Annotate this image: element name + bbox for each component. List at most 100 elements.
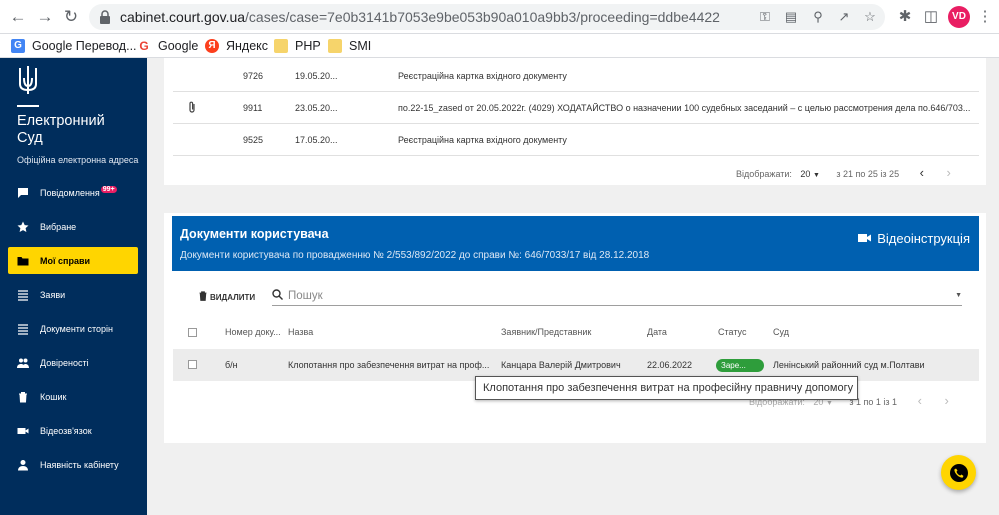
next-page-icon[interactable]: › [944, 393, 948, 408]
brand-line1: Електронний [17, 113, 105, 129]
bookmark-google[interactable]: G Google [137, 37, 198, 55]
bookmark-label: Google [158, 39, 199, 53]
section-subtitle: Документи користувача по провадженню № 2… [180, 250, 650, 261]
doc-number: 9525 [243, 135, 264, 145]
side-panel-icon[interactable]: ◫ [921, 7, 941, 27]
bookmarks-bar: G Google Перевод... G Google Я Яндекс PHP S… [0, 34, 999, 58]
brand-line2: Суд [17, 130, 43, 146]
sidebar-item-applications[interactable]: Заяви [8, 281, 138, 308]
prev-page-icon[interactable]: ‹ [920, 165, 924, 180]
status-badge: Заре... [716, 359, 764, 372]
video-icon [17, 425, 29, 437]
sidebar-item-cabinet-check[interactable]: Наявність кабінету [8, 451, 138, 478]
sidebar-item-label: Документи сторін [40, 323, 113, 334]
search-placeholder: Пошук [288, 289, 323, 302]
pager-range: з 21 по 25 із 25 [836, 169, 900, 179]
per-page-select[interactable]: 20 ▼ [800, 169, 819, 179]
sidebar-item-trash[interactable]: Кошик [8, 383, 138, 410]
bookmark-google-translate[interactable]: G Google Перевод... [11, 37, 137, 55]
bookmark-label: Google Перевод... [32, 39, 137, 53]
incoming-documents-card: 9726 19.05.20... Реєстраційна картка вхі… [164, 58, 986, 185]
video-instruction-link[interactable]: Відеоінструкція [858, 231, 970, 246]
phone-icon [949, 463, 968, 482]
sidebar-item-label: Наявність кабінету [40, 459, 119, 470]
profile-avatar[interactable]: VD [948, 6, 970, 28]
sidebar-item-my-cases[interactable]: Мої справи [8, 247, 138, 274]
videocam-icon [858, 231, 872, 246]
attachment-icon[interactable] [188, 101, 196, 115]
doc-court: Ленінський районний суд м.Полтави [773, 360, 925, 370]
google-icon: G [139, 39, 149, 53]
video-instruction-label: Відеоінструкція [877, 231, 970, 246]
column-header-date[interactable]: Дата [647, 327, 667, 337]
zoom-icon[interactable]: ⚲ [809, 8, 827, 26]
main-content: 9726 19.05.20... Реєстраційна картка вхі… [147, 58, 999, 515]
yandex-icon: Я [205, 39, 219, 53]
doc-applicant: Канцара Валерій Дмитрович [501, 360, 621, 370]
call-button[interactable] [941, 455, 976, 490]
bookmark-smi[interactable]: SMI [328, 37, 371, 55]
chevron-down-icon: ▼ [825, 400, 833, 407]
sidebar-item-label: Кошик [40, 391, 67, 402]
key-icon[interactable]: ⚿ [756, 8, 774, 26]
table-row[interactable]: 9911 23.05.20... по.22-15_zased от 20.05… [173, 92, 979, 124]
sidebar-item-favorites[interactable]: Вибране [8, 213, 138, 240]
doc-title: по.22-15_zased от 20.05.2022г. (4029) ХО… [398, 103, 971, 113]
section-title: Документи користувача [180, 227, 329, 241]
column-header-status[interactable]: Статус [718, 327, 746, 337]
sidebar-item-notifications[interactable]: Повідомлення 99+ [8, 179, 138, 206]
doc-number: 9726 [243, 71, 264, 81]
title-tooltip: Клопотання про забезпечення витрат на пр… [475, 376, 858, 400]
address-bar[interactable]: cabinet.court.gov.ua/cases/case=7e0b3141… [89, 4, 885, 30]
select-all-checkbox[interactable] [188, 328, 197, 337]
bookmark-php[interactable]: PHP [274, 37, 321, 55]
delete-label: ВИДАЛИТИ [210, 292, 256, 302]
column-header-applicant[interactable]: Заявник/Представник [501, 327, 591, 337]
incoming-pager: Відображати: 20 ▼ з 21 по 25 із 25 ‹ › [736, 165, 951, 180]
google-translate-icon: G [11, 39, 25, 53]
url-path: /cases/case=7e0b3141b7053e9be053b90a010a… [245, 9, 720, 25]
bookmark-star-icon[interactable]: ☆ [861, 8, 879, 26]
column-header-court[interactable]: Суд [773, 327, 789, 337]
list-icon [17, 289, 29, 301]
bookmark-label: PHP [295, 39, 321, 53]
translate-icon[interactable]: ▤ [782, 8, 800, 26]
delete-button[interactable]: ВИДАЛИТИ [199, 291, 255, 303]
share-icon[interactable]: ↗ [835, 8, 853, 26]
pager-label: Відображати: [736, 169, 792, 179]
prev-page-icon[interactable]: ‹ [918, 393, 922, 408]
doc-title[interactable]: Клопотання про забезпечення витрат на пр… [288, 360, 489, 370]
column-header-title[interactable]: Назва [288, 327, 313, 337]
sidebar-item-label: Заяви [40, 289, 66, 300]
url-text: cabinet.court.gov.ua/cases/case=7e0b3141… [120, 9, 720, 25]
search-input[interactable]: Пошук ▼ [272, 286, 962, 306]
next-page-icon[interactable]: › [946, 165, 950, 180]
reload-icon[interactable]: ↻ [61, 7, 81, 27]
row-checkbox[interactable] [188, 360, 197, 369]
chevron-down-icon[interactable]: ▼ [955, 292, 962, 299]
sidebar-item-video-call[interactable]: Відеозв'язок [8, 417, 138, 444]
extensions-icon[interactable]: ✱ [895, 7, 915, 27]
back-arrow-icon[interactable]: ← [8, 7, 28, 27]
sidebar-item-label: Мої справи [40, 255, 91, 266]
doc-number: б/н [225, 360, 238, 370]
menu-dots-icon[interactable]: ⋮ [975, 7, 995, 27]
bookmark-label: Яндекс [226, 39, 269, 53]
people-icon [17, 357, 29, 369]
brand-subtitle: Офіційна електронна адреса [17, 155, 139, 165]
bookmark-yandex[interactable]: Я Яндекс [205, 37, 268, 55]
column-header-number[interactable]: Номер доку... [225, 327, 281, 337]
table-row[interactable]: 9726 19.05.20... Реєстраційна картка вхі… [173, 60, 979, 92]
sidebar-item-powers-of-attorney[interactable]: Довіреності [8, 349, 138, 376]
doc-number: 9911 [243, 103, 263, 113]
person-icon [17, 459, 29, 471]
sidebar-item-party-documents[interactable]: Документи сторін [8, 315, 138, 342]
table-row[interactable]: 9525 17.05.20... Реєстраційна картка вхі… [173, 124, 979, 156]
forward-arrow-icon[interactable]: → [35, 7, 55, 27]
url-host: cabinet.court.gov.ua [120, 9, 246, 25]
folder-icon [328, 39, 342, 53]
user-documents-card: Документи користувача Документи користув… [164, 213, 986, 443]
sidebar: Електронний Суд Офіційна електронна адрес… [0, 58, 147, 515]
brand-title: Електронний Суд [17, 113, 105, 147]
user-documents-header: Документи користувача Документи користув… [172, 216, 979, 271]
